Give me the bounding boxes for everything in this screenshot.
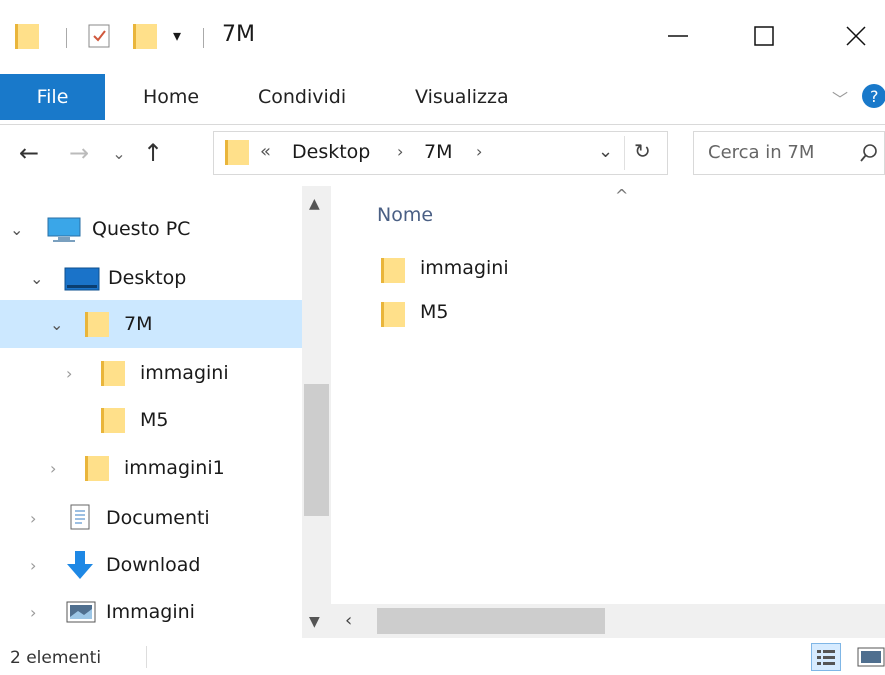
tree-item-7m[interactable]: ⌄ 7M <box>0 301 300 347</box>
nav-scroll-thumb[interactable] <box>304 384 329 516</box>
tree-item-immagini1[interactable]: › immagini1 <box>0 445 300 491</box>
folder-icon <box>380 255 406 285</box>
chevron-right-icon[interactable]: › <box>30 509 36 528</box>
folder-icon <box>100 358 126 388</box>
folder-icon <box>100 405 126 435</box>
file-list: ^ Nome immagini M5 <box>340 186 885 596</box>
status-bar: 2 elementi <box>0 638 885 675</box>
folder-icon <box>84 453 110 483</box>
maximize-icon <box>754 26 774 46</box>
chevron-right-icon[interactable]: › <box>50 459 56 478</box>
forward-button[interactable]: → <box>64 136 94 170</box>
close-button[interactable] <box>826 12 885 60</box>
search-input[interactable]: Cerca in 7M <box>708 142 814 163</box>
tree-item-label: Documenti <box>106 507 210 529</box>
help-icon[interactable]: ? <box>862 84 885 108</box>
tree-item-immagini-library[interactable]: › Immagini <box>0 589 300 635</box>
breadcrumb-7m[interactable]: 7M <box>424 141 452 163</box>
forward-arrow-icon: → <box>68 139 90 167</box>
scroll-down-icon[interactable]: ▼ <box>309 614 320 630</box>
separator <box>624 136 625 170</box>
tree-item-label: M5 <box>140 409 169 431</box>
tree-item-label: Desktop <box>108 267 187 289</box>
back-arrow-icon: ← <box>18 139 40 167</box>
documents-icon <box>68 504 92 532</box>
monitor-icon <box>47 217 81 243</box>
properties-icon[interactable] <box>86 22 112 50</box>
scroll-up-icon[interactable]: ▲ <box>309 196 320 212</box>
item-name: immagini <box>420 257 509 279</box>
tree-item-download[interactable]: › Download <box>0 542 300 588</box>
chevron-down-icon: ⌄ <box>112 143 126 163</box>
sort-ascending-icon: ^ <box>615 186 629 205</box>
folder-icon <box>84 309 110 339</box>
scroll-left-icon[interactable]: ‹ <box>345 610 352 631</box>
recent-locations-button[interactable]: ⌄ <box>104 136 134 170</box>
search-box[interactable]: Cerca in 7M <box>693 131 885 175</box>
separator <box>66 28 67 48</box>
folder-icon <box>224 137 250 167</box>
chevron-right-icon[interactable]: › <box>30 556 36 575</box>
large-icons-view-icon[interactable] <box>856 646 885 668</box>
tree-item-label: Questo PC <box>92 218 191 240</box>
close-icon <box>846 26 866 46</box>
breadcrumb-desktop[interactable]: Desktop <box>292 141 370 163</box>
ribbon-expand-icon[interactable]: ﹀ <box>832 86 848 110</box>
tree-item-label: immagini1 <box>124 457 225 479</box>
chevron-down-icon[interactable]: ⌄ <box>10 220 23 239</box>
desktop-icon <box>64 266 100 292</box>
svg-text:?: ? <box>870 87 879 106</box>
download-icon <box>64 550 96 580</box>
horizontal-scroll-thumb[interactable] <box>377 608 605 634</box>
list-item[interactable]: M5 <box>380 296 560 332</box>
tab-view[interactable]: Visualizza <box>415 74 509 120</box>
column-header-name[interactable]: Nome <box>377 204 433 226</box>
chevron-down-icon[interactable]: ⌄ <box>50 315 63 334</box>
chevron-right-icon[interactable]: › <box>30 603 36 622</box>
item-count: 2 elementi <box>10 648 102 668</box>
chevron-down-icon[interactable]: ⌄ <box>30 269 43 288</box>
breadcrumb-overflow[interactable]: « <box>260 141 271 162</box>
folder-icon <box>380 299 406 329</box>
tree-item-label: Download <box>106 554 201 576</box>
breadcrumb-chevron-icon[interactable]: › <box>397 142 403 161</box>
up-button[interactable]: ↑ <box>138 136 168 170</box>
quick-access-dropdown-icon[interactable]: ▾ <box>173 26 181 45</box>
address-dropdown-icon[interactable]: ⌄ <box>598 141 613 162</box>
tree-item-label: immagini <box>140 362 229 384</box>
list-item[interactable]: immagini <box>380 252 560 288</box>
folder-icon <box>14 21 40 51</box>
refresh-icon[interactable]: ↻ <box>634 139 651 163</box>
new-folder-icon[interactable] <box>132 21 158 51</box>
minimize-button[interactable] <box>648 12 708 60</box>
item-name: M5 <box>420 301 449 323</box>
tab-home[interactable]: Home <box>143 74 199 120</box>
chevron-right-icon[interactable]: › <box>66 364 72 383</box>
up-arrow-icon: ↑ <box>142 139 164 167</box>
breadcrumb-chevron-icon[interactable]: › <box>476 142 482 161</box>
separator <box>146 646 147 668</box>
window-title: 7M <box>222 22 255 47</box>
tree-item-label: Immagini <box>106 601 195 623</box>
tree-item-documenti[interactable]: › Documenti <box>0 495 300 541</box>
tree-item-desktop[interactable]: ⌄ Desktop <box>0 255 300 301</box>
tree-item-label: 7M <box>124 313 153 335</box>
tree-item-m5[interactable]: M5 <box>0 397 300 443</box>
title-bar: ▾ 7M <box>0 0 885 72</box>
back-button[interactable]: ← <box>14 136 44 170</box>
separator <box>203 28 204 48</box>
tree-item-immagini[interactable]: › immagini <box>0 350 300 396</box>
tab-file[interactable]: File <box>0 74 105 120</box>
tab-share[interactable]: Condividi <box>258 74 346 120</box>
minimize-icon <box>668 35 688 37</box>
details-view-icon[interactable] <box>811 643 841 671</box>
maximize-button[interactable] <box>734 12 794 60</box>
pictures-icon <box>66 601 96 623</box>
tree-item-questo-pc[interactable]: ⌄ Questo PC <box>0 206 300 252</box>
search-icon[interactable] <box>859 142 879 164</box>
address-bar[interactable]: « Desktop › 7M › ⌄ ↻ <box>213 131 668 175</box>
